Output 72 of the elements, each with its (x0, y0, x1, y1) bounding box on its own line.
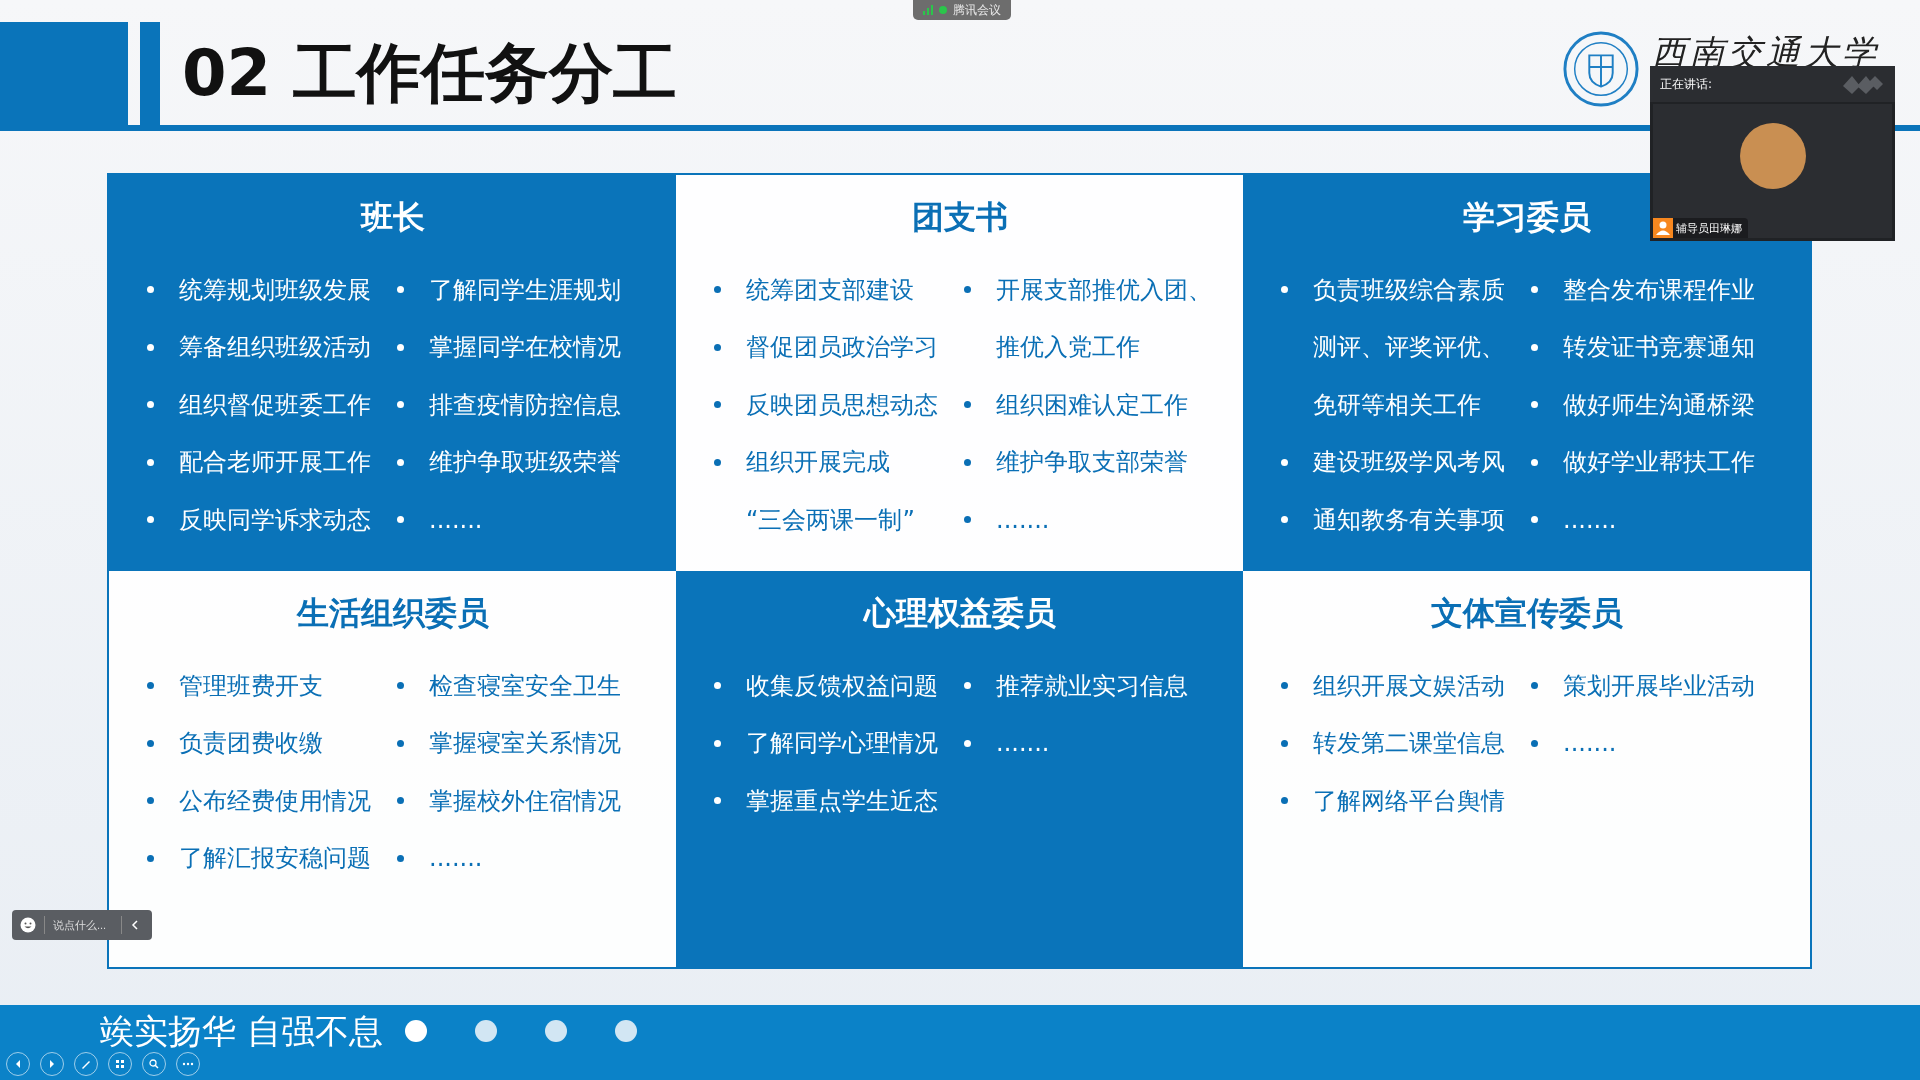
card-title: 学习委员 (1462, 197, 1591, 238)
card-title: 团支书 (911, 197, 1008, 238)
duty-item: “三会两课一制” (746, 504, 915, 536)
speaking-label: 正在讲话: (1660, 75, 1713, 93)
duty-item: ....... (996, 505, 1050, 534)
duty-item: 督促团员政治学习 (746, 332, 938, 364)
duty-item: 通知教务有关事项 (1313, 504, 1505, 536)
duty-item: 测评、评奖评优、 (1313, 332, 1505, 364)
card-title: 心理权益委员 (863, 593, 1056, 634)
duty-item: 排查疫情防控信息 (429, 389, 621, 421)
university-seal-icon (1562, 29, 1640, 108)
duty-item: 推优入党工作 (996, 332, 1140, 364)
duty-item: 整合发布课程作业 (1563, 274, 1755, 306)
duty-item: 做好学业帮扶工作 (1563, 447, 1755, 479)
duty-item: 掌握校外住宿情况 (429, 785, 621, 817)
duty-item: 组织开展完成 (746, 447, 890, 479)
motto-text: 竢实扬华 自强不息 (100, 1011, 383, 1051)
status-dot-icon (939, 6, 947, 14)
duty-item: 掌握同学在校情况 (429, 332, 621, 364)
duty-item: ....... (996, 729, 1050, 758)
comment-input[interactable]: 说点什么... (53, 919, 113, 931)
duty-item: 了解同学心理情况 (746, 728, 938, 760)
duty-item: 统筹团支部建设 (746, 274, 914, 306)
meeting-label: 腾讯会议 (953, 1, 1001, 19)
comment-bar[interactable]: 说点什么... (12, 910, 152, 940)
duty-item: 收集反馈权益问题 (746, 670, 938, 702)
duty-item: 掌握重点学生近态 (746, 785, 938, 817)
card-title: 班长 (360, 197, 425, 238)
duty-item: 推荐就业实习信息 (996, 670, 1188, 702)
signal-icon (923, 5, 933, 15)
card-title: 文体宣传委员 (1430, 593, 1623, 634)
duty-item: 组织督促班委工作 (179, 389, 371, 421)
duty-item: 建设班级学风考风 (1313, 447, 1505, 479)
participant-name: 辅导员田琳娜 (1676, 220, 1742, 236)
duty-item: 筹备组织班级活动 (179, 332, 371, 364)
duty-item: 维护争取支部荣誉 (996, 447, 1188, 479)
duty-item: 公布经费使用情况 (179, 785, 371, 817)
duty-item: 做好师生沟通桥梁 (1563, 389, 1755, 421)
duty-item: 统筹规划班级发展 (179, 274, 371, 306)
duty-item: 了解同学生涯规划 (429, 274, 621, 306)
duty-item: 反映团员思想动态 (746, 389, 938, 421)
duty-item: 组织困难认定工作 (996, 389, 1188, 421)
pager-dot[interactable] (404, 1020, 427, 1042)
duty-item: 反映同学诉求动态 (179, 504, 371, 536)
duty-item: 转发证书竞赛通知 (1563, 332, 1755, 364)
slide-title: 02 工作任务分工 (182, 35, 678, 112)
pager-dot[interactable] (614, 1020, 637, 1042)
pager-dot[interactable] (474, 1020, 497, 1042)
duty-item: 维护争取班级荣誉 (429, 447, 621, 479)
duty-item: ....... (429, 844, 483, 873)
pager-dot[interactable] (544, 1020, 567, 1042)
duty-item: 配合老师开展工作 (179, 447, 371, 479)
duty-item: 免研等相关工作 (1313, 389, 1481, 421)
duty-item: 负责班级综合素质 (1313, 274, 1505, 306)
user-icon (1653, 218, 1673, 238)
collapse-chevron-icon[interactable] (130, 920, 140, 930)
duty-item: 组织开展文娱活动 (1313, 670, 1505, 702)
duty-item: 掌握寝室关系情况 (429, 728, 621, 760)
duty-item: 转发第二课堂信息 (1313, 728, 1505, 760)
duty-item: ....... (429, 505, 483, 534)
duty-item: ....... (1563, 505, 1617, 534)
duty-item: 检查寝室安全卫生 (429, 670, 621, 702)
duty-item: 了解汇报安稳问题 (179, 843, 371, 875)
duty-item: 开展支部推优入团、 (996, 274, 1212, 306)
duty-item: 了解网络平台舆情 (1313, 785, 1505, 817)
duty-item: 策划开展毕业活动 (1563, 670, 1755, 702)
card-title: 生活组织委员 (296, 593, 489, 634)
meeting-status-tag[interactable]: 腾讯会议 (913, 0, 1011, 20)
duty-item: ....... (1563, 729, 1617, 758)
duty-item: 管理班费开支 (179, 670, 323, 702)
duty-item: 负责团费收缴 (179, 728, 323, 760)
smiley-icon[interactable] (20, 917, 36, 933)
